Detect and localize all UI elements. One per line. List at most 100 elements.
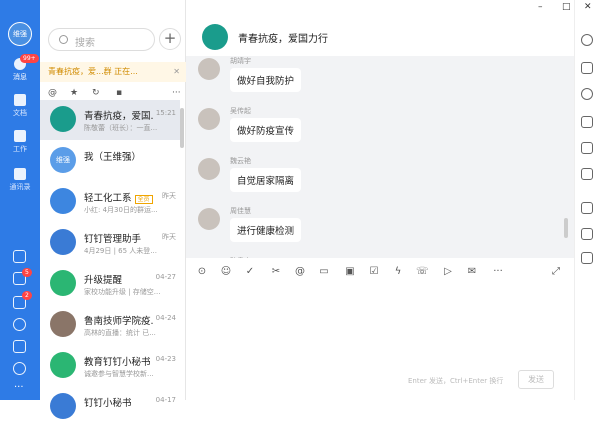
apps-icon[interactable] [13,362,26,375]
conversation-item[interactable]: 钉钉小秘书 04-17 [40,387,180,427]
conversation-item[interactable]: 维强 我（王维强） [40,141,180,181]
conversation-time: 15:21 [155,109,176,117]
conversation-preview: 诚邀参与智慧学校新... [84,370,154,378]
nav-item-messages[interactable]: 消息 99+ [0,54,40,88]
calendar-icon[interactable]: ▣ [344,266,356,278]
live-icon[interactable] [581,168,593,180]
conversation-name-text: 鲁南技师学院疫... [84,316,154,327]
gif-icon[interactable]: ⊙ [196,266,208,278]
announcement-icon[interactable] [581,142,593,154]
unread-badge: 99+ [20,54,39,63]
like-icon[interactable]: ✓ [244,266,256,278]
cube-icon[interactable] [581,252,593,264]
document-icon [14,94,26,106]
close-button[interactable]: ✕ [584,2,592,12]
nav-item-work[interactable]: 工作 [0,130,40,160]
ding-icon[interactable]: ϟ [392,266,404,278]
conversation-time: 04-23 [155,355,176,363]
nav-label: 消息 [13,73,27,81]
expand-icon[interactable]: ⤢ [550,266,562,278]
sender-avatar[interactable] [198,158,220,180]
emoji-icon[interactable]: ☺ [220,266,232,278]
conversation-name: 鲁南技师学院疫... [84,313,154,327]
notice-banner[interactable]: 青春抗疫，爱...群 正在... ✕ [40,62,186,82]
folder-icon[interactable]: ▭ [318,266,330,278]
calendar-icon[interactable] [13,250,26,263]
mention-icon[interactable]: @ [294,266,306,278]
minimize-button[interactable]: – [538,2,543,12]
close-icon[interactable]: ✕ [173,62,180,82]
conversation-name: 钉钉小秘书 [84,395,154,409]
more-icon[interactable]: ··· [14,382,24,393]
sender-avatar[interactable] [198,208,220,230]
list-scrollbar[interactable] [180,108,184,148]
people-icon[interactable] [581,202,593,214]
send-button[interactable]: 发送 [518,370,554,389]
checkbox-icon[interactable]: ☑ [368,266,380,278]
star-icon[interactable]: ★ [70,88,80,98]
more-icon[interactable]: ··· [492,266,504,278]
message-bubble[interactable]: 进行健康检测 [230,218,302,242]
conversation-name-text: 青春抗疫，爱国... [84,111,154,122]
conversation-time: 04-17 [155,396,176,404]
add-member-icon[interactable] [581,62,593,74]
conversation-name-text: 升级提醒 [84,275,123,286]
mail-icon[interactable]: ✉ [466,266,478,278]
refresh-icon[interactable]: ↻ [92,88,102,98]
notes-icon[interactable] [581,228,593,240]
user-avatar[interactable]: 维强 [8,22,32,46]
conversation-item[interactable]: 升级提醒 04-27 家校功能升级 | 存储空... [40,264,180,304]
conversation-item[interactable]: 教育钉钉小秘书 04-23 诚邀参与智慧学校新... [40,346,180,386]
conversation-preview: 高林的直播：统计 已... [84,329,156,337]
main-nav: 维强 消息 99+ 文档 工作 通讯录 5 2 ··· [0,0,40,400]
conversation-preview: 4月29日 | 65 人未登... [84,247,157,255]
nav-item-contacts[interactable]: 通讯录 [0,168,40,198]
conversation-name: 钉钉管理助手 [84,231,154,245]
nav-label: 通讯录 [9,183,31,191]
sender-avatar[interactable] [198,108,220,130]
history-icon[interactable] [581,88,593,100]
group-avatar[interactable] [202,24,228,50]
conversation-name: 青春抗疫，爱国... [84,108,154,122]
ding-badge: 2 [22,291,32,300]
conversation-name-text: 轻工化工系 [84,193,132,204]
folder-icon[interactable] [581,116,593,128]
call-icon[interactable]: ☏ [416,266,429,278]
conversation-name-text: 我（王维强） [84,152,142,163]
more-options-icon[interactable] [581,34,593,46]
search-placeholder: 搜索 [75,38,95,49]
folder-icon[interactable]: ▪ [116,88,126,98]
conversation-item[interactable]: 鲁南技师学院疫... 04-24 高林的直播：统计 已... [40,305,180,345]
conversation-item[interactable]: 青春抗疫，爱国... 15:21 陈敬蕾（班长）：一直... [40,100,180,140]
add-button[interactable]: + [159,28,181,50]
message-bubble[interactable]: 做好防疫宣传 [230,118,302,142]
scissors-icon[interactable]: ✂ [270,266,282,278]
composer[interactable]: ⊙ ☺ ✓ ✂ @ ▭ ▣ ☑ ϟ ☏ ▷ ✉ ··· ⤢ Enter 发送，C… [186,258,574,400]
todo-badge: 5 [22,268,32,277]
conversation-item[interactable]: 钉钉管理助手 昨天 4月29日 | 65 人未登... [40,223,180,263]
chat-header: 青春抗疫，爱国力行 [186,0,574,56]
more-icon[interactable]: ··· [172,88,182,98]
search-icon [59,35,68,44]
chat-panel: 青春抗疫，爱国力行 胡靖宇 做好自我防护 吴传起 做好防疫宣传 魏云艳 自觉居家隔离 周佳慧… [186,0,574,400]
search-input[interactable]: 搜索 [48,28,155,51]
conversation-name: 轻工化工系 全员 [84,190,154,204]
conversation-avatar [50,106,76,132]
video-icon[interactable]: ▷ [442,266,454,278]
sender-avatar[interactable] [198,58,220,80]
maximize-button[interactable]: □ [562,2,571,12]
message-bubble[interactable]: 自觉居家隔离 [230,168,302,192]
conversation-preview: 小红: 4月30日的群运... [84,206,158,214]
chat-scrollbar[interactable] [564,218,568,238]
sender-name: 周佳慧 [230,207,251,215]
send-hint: Enter 发送，Ctrl+Enter 换行 [408,377,504,385]
grid-icon [14,130,26,142]
conversation-item[interactable]: 轻工化工系 全员 昨天 小红: 4月30日的群运... [40,182,180,222]
mail-icon[interactable] [13,340,26,353]
sender-name: 吴传起 [230,107,251,115]
notice-text: 青春抗疫，爱...群 正在... [48,67,138,76]
message-bubble[interactable]: 做好自我防护 [230,68,302,92]
phone-icon[interactable] [13,318,26,331]
nav-item-docs[interactable]: 文档 [0,94,40,124]
mention-icon[interactable]: @ [48,88,58,98]
